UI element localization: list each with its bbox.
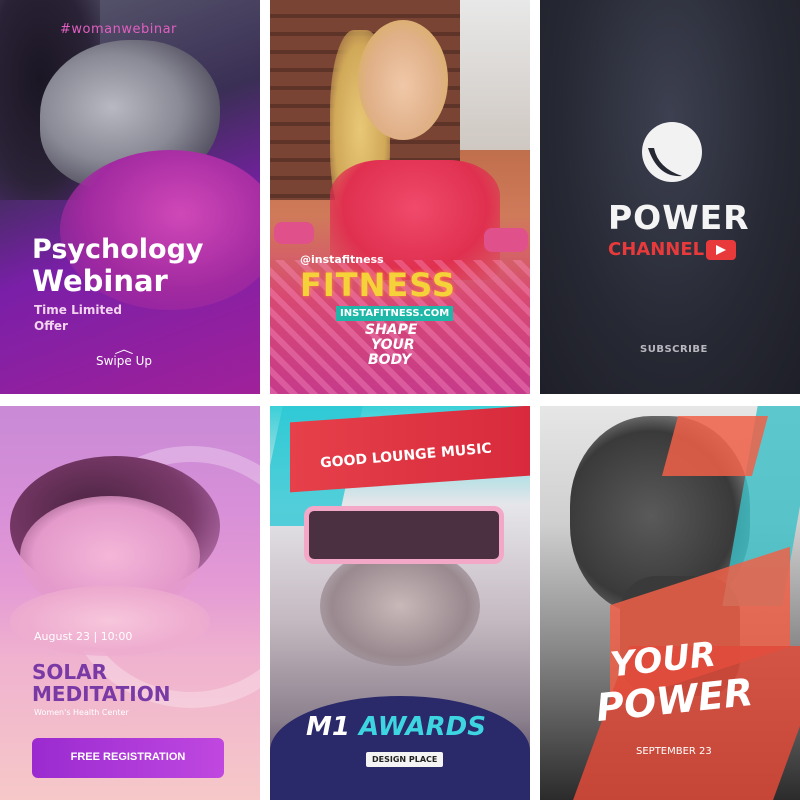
drop-logo-icon xyxy=(642,122,702,182)
website-link[interactable]: INSTAFITNESS.COM xyxy=(336,306,454,321)
free-registration-label: FREE REGISTRATION xyxy=(70,751,186,763)
social-handle: @instafitness xyxy=(300,253,384,266)
offer-line2: Offer xyxy=(34,319,68,333)
story-card-solar-meditation[interactable]: August 23 | 10:00 SOLAR MEDITATION Women… xyxy=(0,406,260,800)
story-card-your-power[interactable]: YOUR POWER SEPTEMBER 23 xyxy=(540,406,800,800)
woman-portrait xyxy=(358,20,448,140)
card-title-line1: Psychology xyxy=(32,234,204,265)
hashtag-text: #womanwebinar xyxy=(60,22,177,37)
free-registration-button[interactable]: FREE REGISTRATION xyxy=(32,738,224,778)
slogan-line1: SHAPE xyxy=(365,322,418,338)
event-title-line1: SOLAR xyxy=(32,660,108,684)
channel-title-line1: POWER xyxy=(608,198,750,237)
sunglasses-icon xyxy=(304,506,504,564)
card-title: FITNESS xyxy=(300,266,456,304)
dumbbell-icon xyxy=(274,222,314,244)
story-card-fitness[interactable]: @instafitness FITNESS INSTAFITNESS.COM S… xyxy=(270,0,530,394)
event-title-line2: MEDITATION xyxy=(32,682,171,706)
offer-line1: Time Limited xyxy=(34,303,122,317)
card-title-line2: Webinar xyxy=(32,264,168,298)
dumbbell-icon xyxy=(484,228,528,252)
awards-title: M1 AWARDS xyxy=(306,712,486,742)
awards-title-main: AWARDS xyxy=(359,712,486,742)
event-subtitle: Women's Health Center xyxy=(34,708,129,717)
awards-title-prefix: M1 xyxy=(306,712,360,742)
slogan-line3: BODY xyxy=(368,352,412,368)
venue-badge: DESIGN PLACE xyxy=(366,752,444,767)
subscribe-button[interactable]: SUBSCRIBE xyxy=(640,344,708,355)
swipe-up-link[interactable]: Swipe Up xyxy=(96,354,152,368)
story-card-m1-awards[interactable]: GOOD LOUNGE MUSIC M1 AWARDS DESIGN PLACE xyxy=(270,406,530,800)
woman-portrait xyxy=(320,546,480,666)
slogan-line2: YOUR xyxy=(371,337,415,353)
window-background xyxy=(460,0,530,150)
event-date: SEPTEMBER 23 xyxy=(636,746,712,757)
event-date: August 23 | 10:00 xyxy=(34,630,133,643)
hand-shape xyxy=(10,586,210,656)
channel-title-line2: CHANNEL xyxy=(608,239,705,260)
youtube-play-icon[interactable] xyxy=(706,240,736,260)
story-card-power-channel[interactable]: POWER CHANNEL SUBSCRIBE xyxy=(540,0,800,394)
story-card-psychology-webinar[interactable]: #womanwebinar Psychology Webinar Time Li… xyxy=(0,0,260,394)
red-paint-stroke xyxy=(661,416,769,476)
